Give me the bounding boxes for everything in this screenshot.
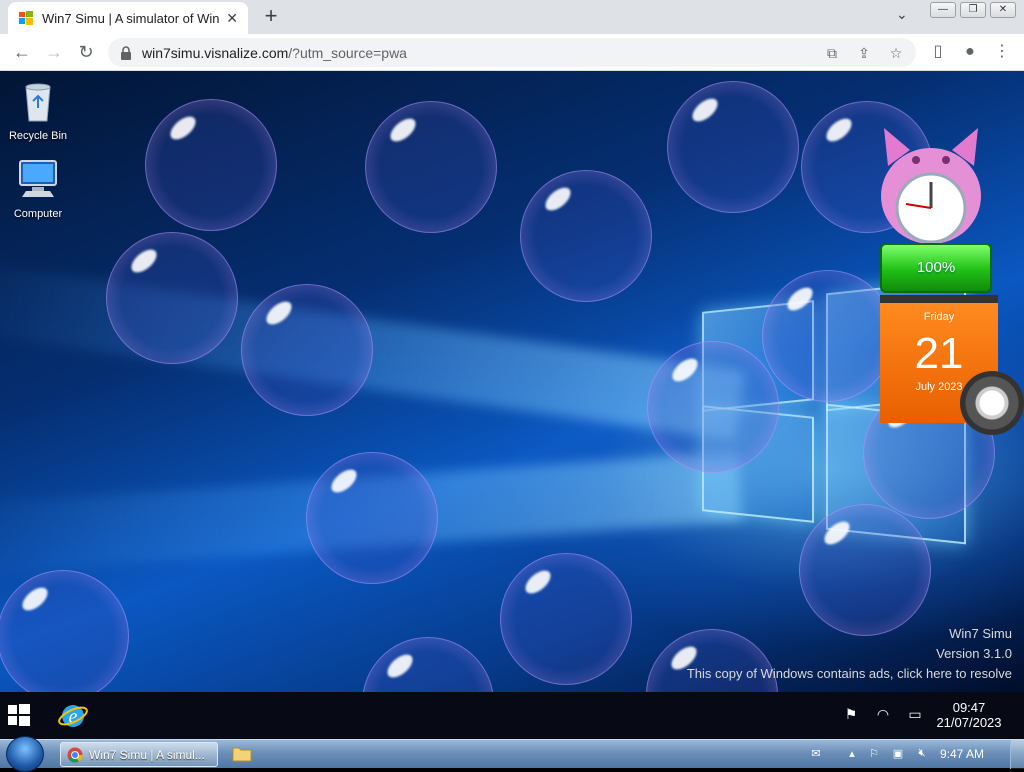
bubble (799, 504, 931, 636)
show-desktop-button[interactable] (1010, 740, 1024, 769)
window-controls: — ❐ ✕ (930, 2, 1016, 18)
watermark-version: Version 3.1.0 (936, 646, 1012, 661)
battery-icon[interactable]: ▭ (904, 706, 926, 726)
url-path: /?utm_source=pwa (288, 44, 407, 61)
assistive-touch-button[interactable] (960, 371, 1024, 435)
bubble (106, 232, 238, 364)
os-taskbar: Win7 Simu | A simul... ✉ ▴ ⚐ ▣ 🔇︎ 9:47 A… (0, 736, 1024, 772)
windows-start-orb-icon[interactable] (6, 736, 44, 772)
calendar-day: Friday (923, 311, 955, 323)
open-in-app-icon[interactable]: ⧉ (822, 43, 842, 63)
bubble (362, 637, 494, 692)
minimize-button[interactable]: — (930, 2, 956, 18)
close-tab-icon[interactable]: ✕ (226, 10, 238, 27)
bookmark-star-icon[interactable]: ☆ (886, 43, 906, 63)
windows-start-icon[interactable] (8, 704, 30, 726)
bubble (0, 570, 129, 692)
battery-gadget[interactable]: 100% (880, 243, 992, 293)
simulated-clock[interactable]: 09:47 21/07/2023 (930, 700, 1008, 730)
display-icon[interactable]: ▣ (890, 747, 906, 763)
bubble (145, 99, 277, 231)
bubble (647, 341, 779, 473)
recycle-bin-icon (25, 83, 51, 122)
desktop-icon-computer[interactable]: Computer (2, 157, 74, 220)
back-arrow-icon[interactable]: ← (10, 40, 34, 64)
maximize-button[interactable]: ❐ (960, 2, 986, 18)
browser-tab[interactable]: Win7 Simu | A simulator of Wind ✕ (8, 2, 248, 34)
bubble (241, 284, 373, 416)
share-icon[interactable]: ⇪ (854, 43, 874, 63)
bubble (306, 452, 438, 584)
browser-tab-strip: Win7 Simu | A simulator of Wind ✕ + ⌄ — … (0, 0, 1024, 34)
reload-icon[interactable]: ↻ (74, 40, 98, 64)
url-host: win7simu.visnalize.com (142, 44, 289, 61)
activation-watermark[interactable]: Win7 Simu Version 3.1.0 This copy of Win… (687, 624, 1012, 684)
bubble (520, 170, 652, 302)
tab-search-chevron-icon[interactable]: ⌄ (896, 6, 908, 23)
taskbar-task-label: Win7 Simu | A simul... (89, 747, 205, 762)
win7simu-favicon-icon (19, 11, 33, 25)
bubble (365, 101, 497, 233)
new-tab-button[interactable]: + (260, 4, 282, 28)
simulated-taskbar: e ⚑ ◠ ▭ 09:47 21/07/2023 (0, 692, 1024, 739)
watermark-product: Win7 Simu (949, 626, 1012, 641)
forward-arrow-icon[interactable]: → (42, 40, 66, 64)
wifi-icon[interactable]: ◠ (872, 706, 894, 726)
flag-icon[interactable]: ⚑ (840, 706, 862, 726)
taskbar-chrome-window[interactable]: Win7 Simu | A simul... (60, 742, 218, 767)
watermark-ads-notice: This copy of Windows contains ads, click… (686, 666, 1012, 681)
profile-avatar-icon[interactable]: ● (958, 40, 982, 64)
simulated-desktop[interactable]: Recycle Bin Computer 100% Friday 21 July… (0, 71, 1024, 692)
address-bar[interactable]: win7simu.visnalize.com/?utm_source=pwa ⧉… (108, 38, 916, 67)
browser-toolbar: ← → ↻ win7simu.visnalize.com/?utm_source… (0, 34, 1024, 71)
calendar-date: 21 (914, 329, 964, 378)
os-clock[interactable]: 9:47 AM (940, 747, 984, 761)
bubble (762, 270, 894, 402)
volume-muted-icon[interactable]: 🔇︎ (914, 747, 930, 763)
simulated-date: 21/07/2023 (936, 715, 1002, 730)
menu-kebab-icon[interactable]: ⋮ (990, 40, 1014, 64)
bubble (500, 553, 632, 685)
simulated-time: 09:47 (952, 700, 986, 715)
action-center-icon[interactable]: ✉ (808, 747, 824, 763)
desktop-icon-label: Recycle Bin (8, 130, 68, 142)
internet-explorer-icon[interactable]: e (58, 700, 88, 730)
bubble (667, 81, 799, 213)
chrome-icon (67, 747, 83, 763)
network-error-icon[interactable]: ⚐ (866, 747, 882, 763)
file-explorer-folder-icon[interactable] (232, 745, 252, 762)
lock-icon (121, 45, 131, 60)
desktop-icon-label: Computer (13, 208, 63, 220)
browser-tab-title: Win7 Simu | A simulator of Wind (42, 10, 221, 26)
close-window-button[interactable]: ✕ (990, 2, 1016, 18)
side-panel-icon[interactable]: ▯ (926, 40, 950, 64)
computer-icon (19, 160, 57, 197)
desktop-icon-recycle-bin[interactable]: Recycle Bin (2, 79, 74, 142)
show-hidden-icon[interactable]: ▴ (844, 747, 860, 763)
clock-gadget[interactable] (876, 126, 986, 246)
